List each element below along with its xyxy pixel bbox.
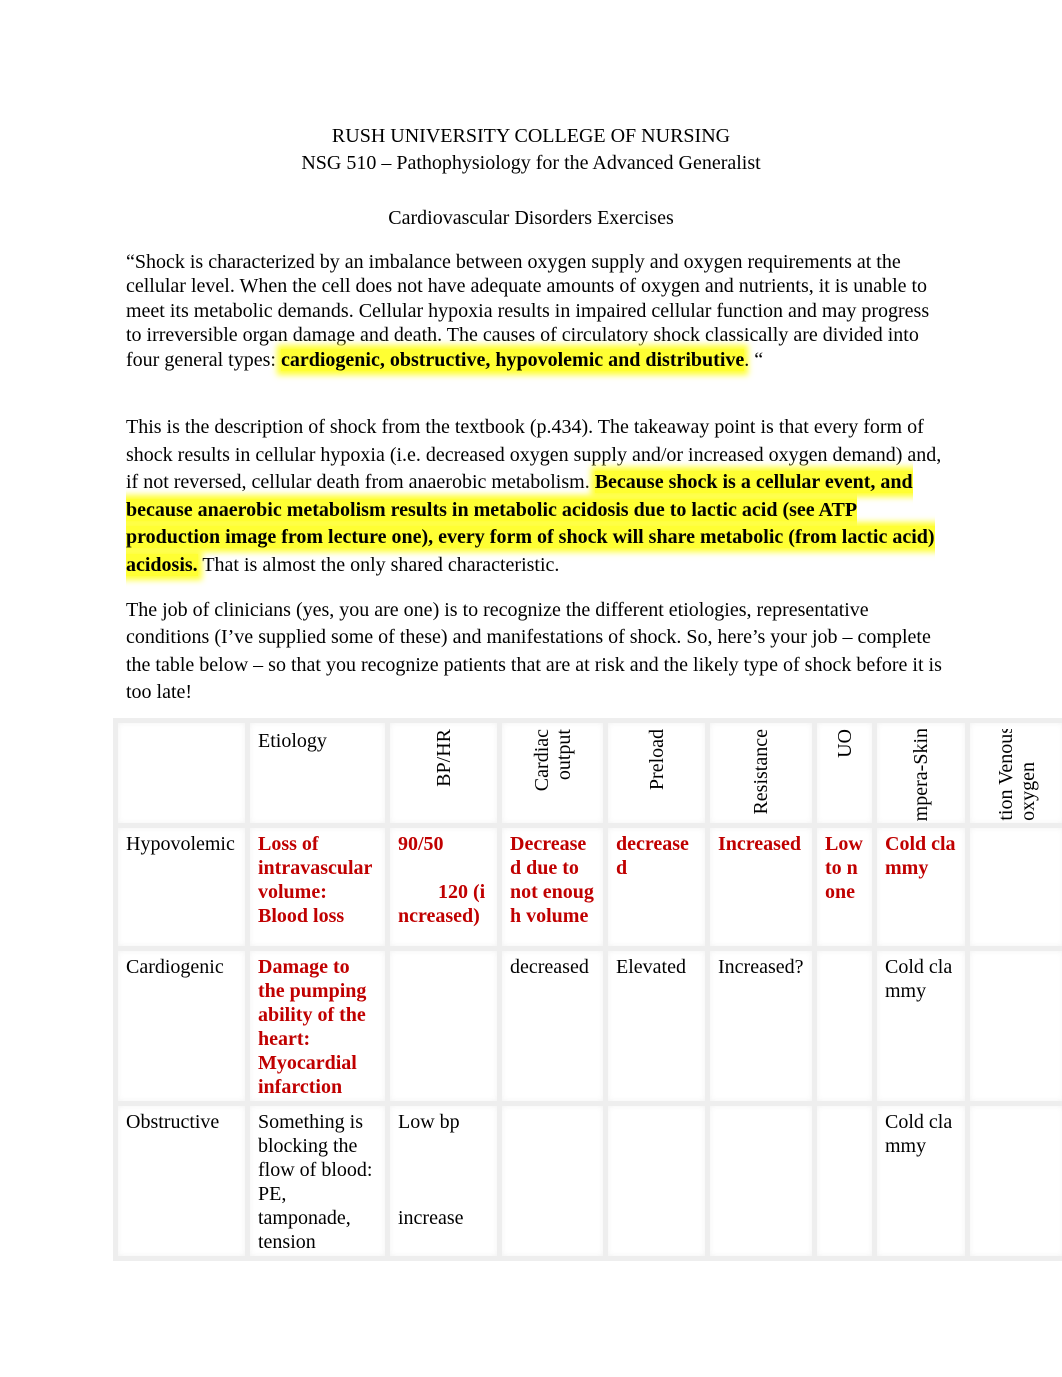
table-header-row: Etiology BP/HR Cardiac output Preload Re… [113,718,1062,828]
cell-etiology: Loss of intravascular volume: Blood loss [245,823,390,951]
cell-temp-skin: Cold clammy [872,1101,970,1261]
header-cardiac-output-line1: Cardiac [530,729,553,792]
cell-etiology: Something is blocking the flow of blood:… [245,1101,390,1261]
table-row: Obstructive Something is blocking the fl… [113,1101,1062,1261]
shock-definition-quote: “Shock is characterized by an imbalance … [126,250,946,372]
cell-uo [812,1101,877,1261]
header-venous-oxygen-line1: tion Venous [994,729,1017,821]
cell-preload: Elevated [603,946,710,1106]
header-type [113,718,250,828]
header-preload-label: Preload [645,729,668,791]
cell-hr-value: 120 (increased) [398,881,486,927]
cell-resistance: Increased? [705,946,817,1106]
quote-text-end: . “ [744,348,764,371]
institution-heading: RUSH UNIVERSITY COLLEGE OF NURSING [331,125,731,147]
header-venous-oxygen-line2: oxygen [1016,762,1039,821]
cell-venous-oxygen [965,823,1062,951]
header-resistance-label: Resistance [750,729,772,815]
takeaway-text-end: That is almost the only shared character… [197,553,560,576]
cell-venous-oxygen [965,946,1062,1106]
header-cardiac-output: Cardiac output [497,718,608,828]
cell-preload: decreased [603,823,710,951]
cell-bp-hr: Low bp increase [385,1101,502,1261]
cell-uo: Low to none [812,823,877,951]
header-resistance: Resistance [705,718,817,828]
shock-types-table: Etiology BP/HR Cardiac output Preload Re… [113,718,1062,1261]
document-page: RUSH UNIVERSITY COLLEGE OF NURSING NSG 5… [0,0,1062,1377]
takeaway-paragraph: This is the description of shock from th… [126,414,946,580]
table-row: Cardiogenic Damage to the pumping abilit… [113,946,1062,1106]
cell-temp-skin: Cold clammy [872,823,970,951]
cell-type: Cardiogenic [113,946,250,1106]
cell-etiology: Damage to the pumping ability of the hea… [245,946,390,1106]
header-preload: Preload [603,718,710,828]
header-bp-hr: BP/HR [385,718,502,828]
header-uo-label: UO [833,729,856,758]
cell-uo [812,946,877,1106]
cell-cardiac-output [497,1101,608,1261]
cell-bp-value: 90/50 [398,833,444,855]
instructions-paragraph: The job of clinicians (yes, you are one)… [126,599,942,704]
header-cardiac-output-line2: output [552,729,575,781]
header-etiology: Etiology [245,718,390,828]
header-temp-skin: mpera-Skin [872,718,970,828]
cell-bp-hr: 90/50 120 (increased) [385,823,502,951]
table-row: Hypovolemic Loss of intravascular volume… [113,823,1062,951]
header-venous-oxygen: tion Venous oxygen [965,718,1062,828]
cell-hr-value: increase [398,1207,464,1229]
header-uo: UO [812,718,877,828]
cell-resistance: Increased [705,823,817,951]
header-bp-hr-label: BP/HR [432,729,455,787]
quote-highlight: cardiogenic, obstructive, hypovolemic an… [280,348,745,371]
course-heading: NSG 510 – Pathophysiology for the Advanc… [301,152,761,174]
cell-temp-skin: Cold clammy [872,946,970,1106]
header-temp-skin-label: mpera-Skin [910,729,932,821]
cell-type: Obstructive [113,1101,250,1261]
cell-bp-hr [385,946,502,1106]
cell-type: Hypovolemic [113,823,250,951]
cell-bp-value: Low bp [398,1111,460,1133]
cell-venous-oxygen [965,1101,1062,1261]
cell-resistance [705,1101,817,1261]
cell-preload [603,1101,710,1261]
cell-cardiac-output: decreased [497,946,608,1106]
document-title: Cardiovascular Disorders Exercises [388,207,674,229]
cell-cardiac-output: Decreased due to not enough volume [497,823,608,951]
